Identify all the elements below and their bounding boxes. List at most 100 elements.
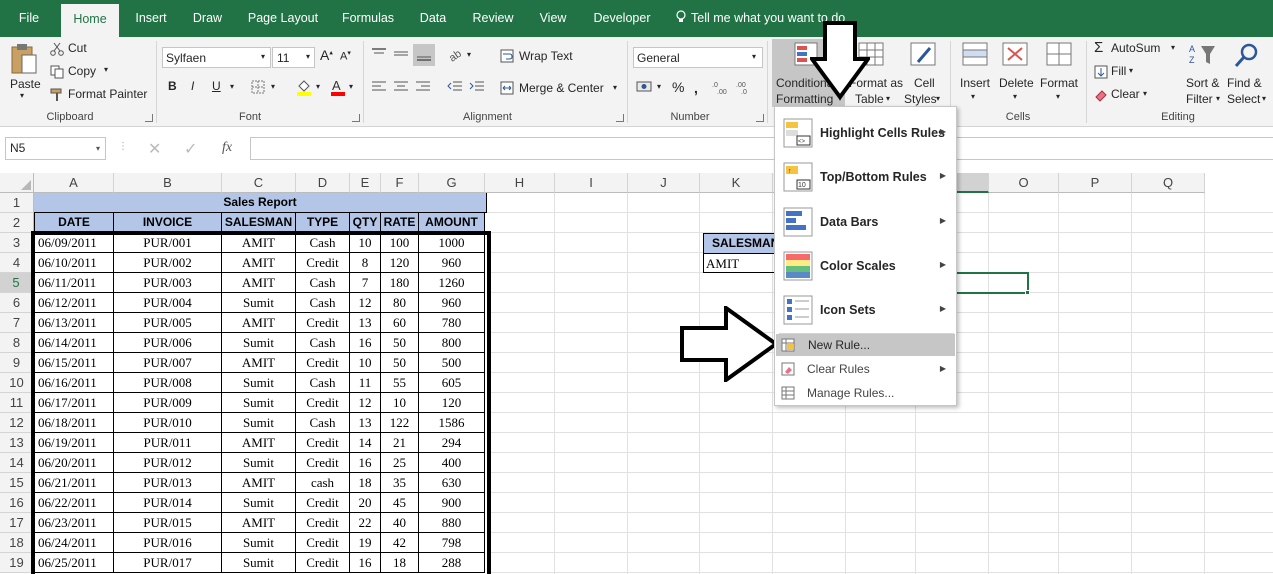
table-cell[interactable]: AMIT [222,233,296,253]
table-cell[interactable]: 06/09/2011 [34,233,114,253]
table-cell[interactable]: PUR/005 [114,313,222,333]
table-cell[interactable]: Credit [296,353,350,373]
column-header[interactable]: G [419,173,485,193]
table-cell[interactable]: PUR/001 [114,233,222,253]
accounting-dropdown-icon[interactable]: ▾ [657,82,661,91]
cancel-entry-icon[interactable]: ✕ [148,139,161,159]
column-header[interactable]: P [1059,173,1132,193]
decrease-font-icon[interactable]: A▾ [340,49,351,63]
table-cell[interactable]: 16 [350,453,381,473]
merge-dropdown-icon[interactable]: ▾ [613,83,617,92]
row-header[interactable]: 9 [0,353,34,373]
table-cell[interactable]: Credit [296,393,350,413]
table-cell[interactable]: 06/17/2011 [34,393,114,413]
column-header[interactable]: D [296,173,350,193]
table-header-cell[interactable]: QTY [350,213,381,233]
tab-view[interactable]: View [531,0,575,37]
percent-style-button[interactable]: % [672,79,684,95]
delete-cells-button[interactable]: Delete ▾ [996,39,1038,107]
table-cell[interactable]: AMIT [222,513,296,533]
font-size-select[interactable]: 11 ▾ [272,47,315,68]
table-cell[interactable]: 180 [381,273,419,293]
table-cell[interactable]: 25 [381,453,419,473]
table-cell[interactable]: 40 [381,513,419,533]
table-cell[interactable]: 06/24/2011 [34,533,114,553]
table-cell[interactable]: 122 [381,413,419,433]
table-cell[interactable]: Credit [296,433,350,453]
column-header[interactable]: E [350,173,381,193]
table-cell[interactable]: 13 [350,313,381,333]
column-header[interactable]: O [989,173,1059,193]
table-cell[interactable]: 288 [419,553,485,573]
borders-icon[interactable] [251,80,265,94]
bold-button[interactable]: B [168,79,177,93]
table-cell[interactable]: AMIT [222,313,296,333]
row-header[interactable]: 14 [0,453,34,473]
column-header[interactable]: Q [1132,173,1205,193]
borders-dropdown-icon[interactable]: ▾ [271,82,275,91]
table-cell[interactable]: 960 [419,253,485,273]
table-cell[interactable]: 11 [350,373,381,393]
format-painter-button[interactable]: Format Painter [48,86,150,104]
table-cell[interactable]: 120 [381,253,419,273]
number-format-select[interactable]: General ▾ [633,47,763,68]
table-cell[interactable]: Credit [296,313,350,333]
table-cell[interactable]: Cash [296,333,350,353]
align-left-icon[interactable] [371,80,387,94]
table-cell[interactable]: 960 [419,293,485,313]
sort-filter-button[interactable]: AZ Sort & Filter ▾ [1183,39,1225,107]
font-launcher-icon[interactable] [352,114,360,122]
table-cell[interactable]: PUR/007 [114,353,222,373]
menu-item-manage-rules[interactable]: Manage Rules... [775,382,956,404]
copy-dropdown-icon[interactable]: ▾ [104,65,108,74]
menu-item-highlight-cells-rules[interactable]: <> Highlight Cells Rules ▶ [775,113,956,153]
row-header[interactable]: 1 [0,193,34,213]
table-cell[interactable]: 880 [419,513,485,533]
table-cell[interactable]: 630 [419,473,485,493]
table-cell[interactable]: PUR/003 [114,273,222,293]
table-cell[interactable]: Cash [296,273,350,293]
row-header[interactable]: 8 [0,333,34,353]
table-cell[interactable]: AMIT [222,353,296,373]
table-cell[interactable]: 06/23/2011 [34,513,114,533]
table-cell[interactable]: Sumit [222,533,296,553]
row-header[interactable]: 13 [0,433,34,453]
row-header[interactable]: 18 [0,533,34,553]
copy-button[interactable]: Copy ▾ [48,63,118,81]
row-header[interactable]: 10 [0,373,34,393]
table-cell[interactable]: Credit [296,253,350,273]
table-cell[interactable]: 19 [350,533,381,553]
table-cell[interactable]: 06/16/2011 [34,373,114,393]
table-cell[interactable]: 780 [419,313,485,333]
table-header-cell[interactable]: RATE [381,213,419,233]
menu-item-data-bars[interactable]: Data Bars ▶ [775,202,956,242]
row-header[interactable]: 2 [0,213,34,233]
table-cell[interactable]: 16 [350,553,381,573]
align-bottom-button[interactable] [413,44,435,66]
confirm-entry-icon[interactable]: ✓ [184,139,197,159]
row-header[interactable]: 5 [0,273,34,293]
table-cell[interactable]: 18 [381,553,419,573]
row-header[interactable]: 15 [0,473,34,493]
table-cell[interactable]: 50 [381,353,419,373]
table-cell[interactable]: 06/19/2011 [34,433,114,453]
fill-button[interactable]: Fill ▾ [1092,63,1152,81]
table-cell[interactable]: Sumit [222,293,296,313]
table-cell[interactable]: Credit [296,513,350,533]
table-cell[interactable]: 16 [350,333,381,353]
table-cell[interactable]: PUR/010 [114,413,222,433]
table-cell[interactable]: 06/11/2011 [34,273,114,293]
insert-function-button[interactable]: fx [222,140,232,156]
tab-home[interactable]: Home [61,4,119,37]
fill-handle[interactable] [1025,290,1030,295]
table-cell[interactable]: 45 [381,493,419,513]
table-cell[interactable]: 1586 [419,413,485,433]
decrease-indent-icon[interactable] [447,80,463,94]
table-cell[interactable]: Sumit [222,373,296,393]
tab-developer[interactable]: Developer [587,0,657,37]
table-cell[interactable]: 18 [350,473,381,493]
table-cell[interactable]: AMIT [222,473,296,493]
cut-button[interactable]: Cut [48,40,108,58]
menu-item-color-scales[interactable]: Color Scales ▶ [775,246,956,286]
select-all-corner[interactable] [0,173,34,193]
